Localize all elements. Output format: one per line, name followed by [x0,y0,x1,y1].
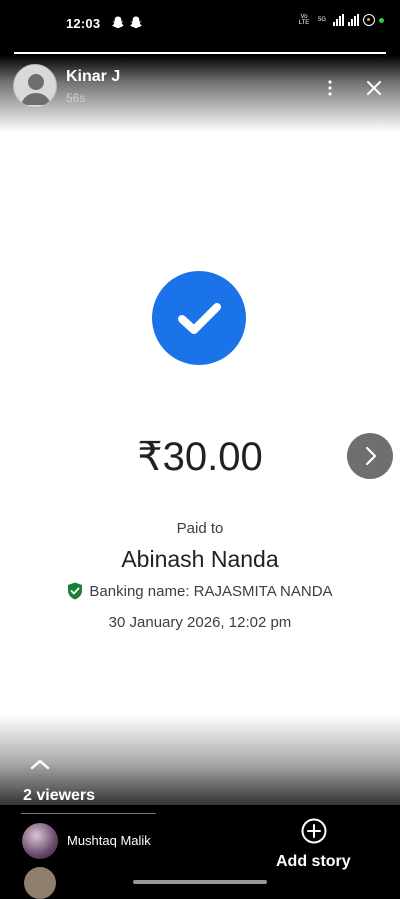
status-bar: 12:03 Vo LTE 5G [0,0,400,42]
story-user-name[interactable]: Kinar J [66,68,120,86]
close-icon[interactable] [364,78,384,98]
checkmark-icon [178,303,221,334]
divider [21,813,156,814]
status-time: 12:03 [66,16,101,31]
viewer-avatar[interactable] [24,867,56,899]
chevron-right-icon [365,446,377,466]
green-dot-indicator [379,17,384,23]
snapchat-icon [112,16,124,29]
viewer-name[interactable]: Mushtaq Malik [67,833,151,848]
banking-name-row: Banking name: RAJASMITA NANDA [0,582,400,600]
add-story-icon[interactable] [300,817,328,845]
payee-name: Abinash Nanda [121,546,279,572]
story-timestamp: 56s [66,91,86,105]
battery-icon [363,14,375,26]
payment-datetime: 30 January 2026, 12:02 pm [108,614,292,631]
volte-label: Vo LTE [298,14,310,26]
top-gradient [0,42,400,132]
payment-success-badge [152,271,246,365]
viewers-count[interactable]: 2 viewers [23,787,95,805]
signal-icon [333,14,344,26]
network-label: 5G [317,17,326,23]
add-story-button[interactable]: Add story [276,853,351,871]
viewer-avatar[interactable] [22,823,58,859]
story-progress-bar [14,52,386,54]
viewers-panel: Mushtaq Malik Add story [0,805,400,899]
next-story-button[interactable] [347,433,393,479]
default-avatar-icon [21,74,51,105]
banking-name: Banking name: RAJASMITA NANDA [89,582,333,600]
payment-amount: ₹30.00 [137,435,263,479]
snapchat-icon [130,16,142,29]
chevron-up-icon[interactable] [29,757,51,771]
avatar[interactable] [13,64,57,108]
story-viewer[interactable]: Kinar J 56s ₹30.00 Paid to Abinash Nanda… [0,42,400,805]
more-options-icon[interactable] [320,78,340,98]
status-indicators: Vo LTE 5G [297,14,384,26]
paid-to-label: Paid to [176,520,224,537]
signal-icon [348,14,359,26]
home-indicator [133,880,267,884]
verified-shield-icon [68,582,83,600]
